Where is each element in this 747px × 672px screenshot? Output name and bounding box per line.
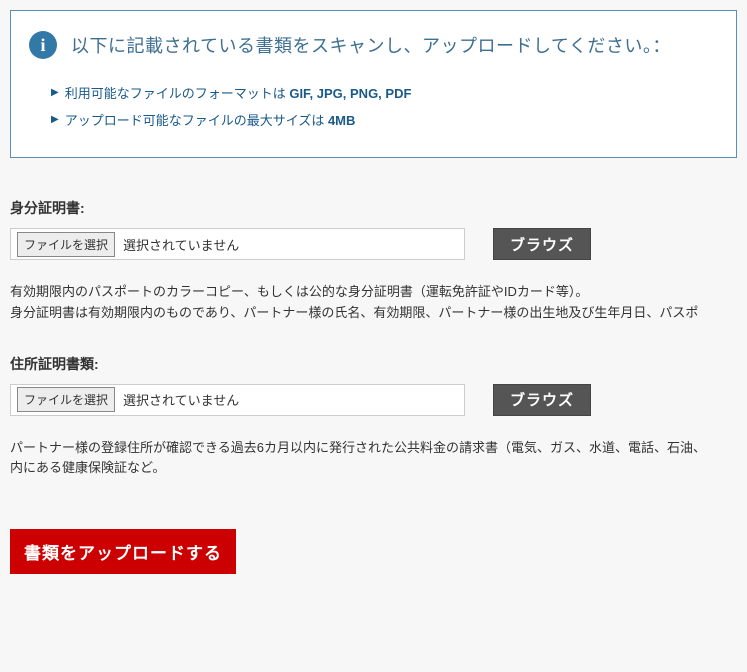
info-item-text: 利用可能なファイルのフォーマットは (65, 86, 290, 101)
info-item-bold: 4MB (328, 113, 355, 128)
address-document-description: パートナー様の登録住所が確認できる過去6カ月以内に発行された公共料金の請求書（電… (10, 438, 737, 480)
upload-documents-button[interactable]: 書類をアップロードする (10, 529, 236, 574)
arrow-icon: ▶ (51, 87, 59, 98)
choose-file-button[interactable]: ファイルを選択 (17, 232, 115, 257)
section-address-document: 住所証明書類: ファイルを選択 選択されていません ブラウズ パートナー様の登録… (10, 354, 737, 480)
id-document-label: 身分証明書: (10, 198, 737, 218)
file-input-wrap[interactable]: ファイルを選択 選択されていません (10, 384, 465, 416)
info-item-bold: GIF, JPG, PNG, PDF (289, 86, 411, 101)
file-status: 選択されていません (123, 235, 239, 254)
arrow-icon: ▶ (51, 114, 59, 125)
info-box: i 以下に記載されている書類をスキャンし、アップロードしてください。： ▶ 利用… (10, 10, 737, 158)
file-row: ファイルを選択 選択されていません ブラウズ (10, 384, 737, 416)
info-header: i 以下に記載されている書類をスキャンし、アップロードしてください。： (29, 31, 718, 59)
file-input-wrap[interactable]: ファイルを選択 選択されていません (10, 228, 465, 260)
info-item-formats: ▶ 利用可能なファイルのフォーマットは GIF, JPG, PNG, PDF (51, 83, 718, 102)
info-item-size: ▶ アップロード可能なファイルの最大サイズは 4MB (51, 110, 718, 129)
browse-button[interactable]: ブラウズ (493, 384, 591, 416)
file-row: ファイルを選択 選択されていません ブラウズ (10, 228, 737, 260)
info-item-text: アップロード可能なファイルの最大サイズは (65, 113, 328, 128)
choose-file-button[interactable]: ファイルを選択 (17, 387, 115, 412)
file-status: 選択されていません (123, 390, 239, 409)
address-document-label: 住所証明書類: (10, 354, 737, 374)
info-title: 以下に記載されている書類をスキャンし、アップロードしてください。： (71, 32, 671, 58)
id-document-description: 有効期限内のパスポートのカラーコピー、もしくは公的な身分証明書（運転免許証やID… (10, 282, 737, 324)
browse-button[interactable]: ブラウズ (493, 228, 591, 260)
info-icon: i (29, 31, 57, 59)
section-id-document: 身分証明書: ファイルを選択 選択されていません ブラウズ 有効期限内のパスポー… (10, 198, 737, 324)
